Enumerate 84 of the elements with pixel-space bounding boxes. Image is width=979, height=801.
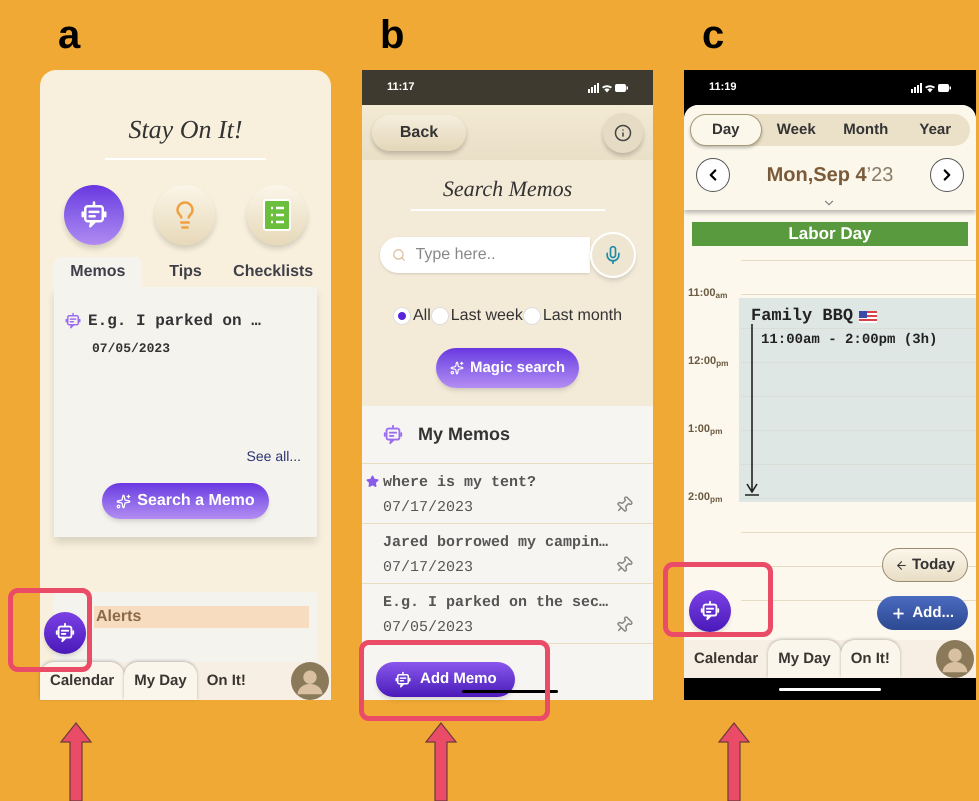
feature-button[interactable] xyxy=(64,185,124,245)
nav-tab[interactable]: On It! xyxy=(196,662,256,700)
chat-bot-icon xyxy=(54,622,76,644)
chat-bot-icon xyxy=(699,600,721,622)
memo-fab[interactable] xyxy=(689,590,731,632)
event-title: Family BBQ xyxy=(751,306,854,328)
previous-button[interactable] xyxy=(696,158,730,192)
checklist-icon xyxy=(263,199,292,231)
memo-text: where is my tent? xyxy=(383,473,538,493)
section-tab[interactable]: Memos xyxy=(54,257,142,287)
memo-text: E.g. I parked on the sec… xyxy=(383,593,610,613)
current-year: ’23 xyxy=(866,163,894,188)
radio-button[interactable] xyxy=(430,307,449,325)
arrow-left-icon xyxy=(894,558,908,572)
magic-icon xyxy=(116,494,132,508)
panel-label: c xyxy=(702,15,724,55)
back-button[interactable]: Back xyxy=(372,114,466,150)
user-avatar[interactable] xyxy=(291,662,329,700)
memo-text[interactable]: E.g. I parked on … xyxy=(88,309,261,333)
hour-label: 12:00$_{pm}$ xyxy=(688,354,729,370)
radio-label: Last week xyxy=(450,306,523,326)
nav-tab[interactable]: Calendar xyxy=(40,662,124,700)
memo-date: 07/17/2023 xyxy=(383,558,474,578)
memo-row[interactable]: Jared borrowed my campin… 07/17/2023 xyxy=(362,524,653,584)
duration-arrow-icon xyxy=(745,324,759,496)
search-field[interactable]: Type here.. xyxy=(380,237,590,273)
nav-tab[interactable]: My Day xyxy=(768,640,841,678)
memo-fab[interactable] xyxy=(44,612,86,654)
view-tab[interactable]: Month xyxy=(831,114,900,146)
view-tab[interactable]: Week xyxy=(762,114,831,146)
nav-tab[interactable]: Calendar xyxy=(684,640,768,678)
app-title: Stay On It! xyxy=(127,114,244,146)
add-event-button[interactable]: Add... xyxy=(877,596,968,630)
next-button[interactable] xyxy=(930,158,964,192)
memo-date: 07/05/2023 xyxy=(92,340,172,358)
user-avatar[interactable] xyxy=(936,640,974,678)
search-memo-button[interactable]: Search a Memo xyxy=(102,483,269,519)
alerts-title: Alerts xyxy=(96,607,142,627)
mic-button[interactable] xyxy=(590,232,636,278)
event-block[interactable]: Family BBQ 11:00am - 2:00pm (3h) xyxy=(739,298,976,502)
status-icons xyxy=(588,82,628,92)
hour-label: 11:00$_{am}$ xyxy=(688,286,728,302)
radio-button[interactable] xyxy=(393,307,411,325)
memo-row[interactable]: E.g. I parked on the sec… 07/05/2023 xyxy=(362,584,653,644)
event-time: 11:00am - 2:00pm (3h) xyxy=(761,330,938,350)
panel-label: b xyxy=(380,15,404,55)
search-input[interactable]: Type here.. xyxy=(416,243,566,267)
nav-tab[interactable]: On It! xyxy=(840,640,900,678)
hour-label: 1:00$_{pm}$ xyxy=(688,422,722,438)
memo-icon xyxy=(382,424,404,446)
nav-tab[interactable]: My Day xyxy=(124,662,197,700)
section-tab[interactable]: Tips xyxy=(142,257,230,287)
memo-date: 07/05/2023 xyxy=(383,618,474,638)
screen-title: Search Memos xyxy=(442,175,572,203)
hour-label: 2:00$_{pm}$ xyxy=(688,490,722,506)
memo-row[interactable]: where is my tent? 07/17/2023 xyxy=(362,464,653,524)
memo-date: 07/17/2023 xyxy=(383,498,474,518)
panel-label: a xyxy=(58,15,80,55)
add-memo-button[interactable]: Add Memo xyxy=(376,662,515,697)
today-button[interactable]: Today xyxy=(882,548,968,582)
plus-icon xyxy=(891,606,906,620)
list-title: My Memos xyxy=(418,423,510,446)
view-tab[interactable]: Year xyxy=(900,114,970,146)
radio-button[interactable] xyxy=(522,307,541,325)
info-button[interactable] xyxy=(603,112,643,152)
magic-search-button[interactable]: Magic search xyxy=(436,348,580,388)
see-all-link[interactable]: See all... xyxy=(246,446,301,467)
search-icon xyxy=(392,248,406,262)
status-icons xyxy=(911,82,951,92)
memo-text: Jared borrowed my campin… xyxy=(383,533,610,553)
magic-icon xyxy=(450,361,464,375)
flag-icon xyxy=(859,310,878,323)
current-date: Mon,Sep 4 xyxy=(766,163,867,188)
section-tab[interactable]: Checklists xyxy=(229,257,318,287)
radio-label: All xyxy=(413,306,431,326)
chat-bot-icon xyxy=(78,200,109,230)
status-time: 11:17 xyxy=(387,80,415,96)
memo-icon xyxy=(64,312,82,330)
status-time: 11:19 xyxy=(709,80,737,96)
info-icon xyxy=(614,124,632,142)
view-tab[interactable]: Day xyxy=(690,114,762,146)
holiday-banner: Labor Day xyxy=(692,222,968,246)
chat-bot-icon xyxy=(394,670,412,688)
radio-label: Last month xyxy=(542,306,622,326)
